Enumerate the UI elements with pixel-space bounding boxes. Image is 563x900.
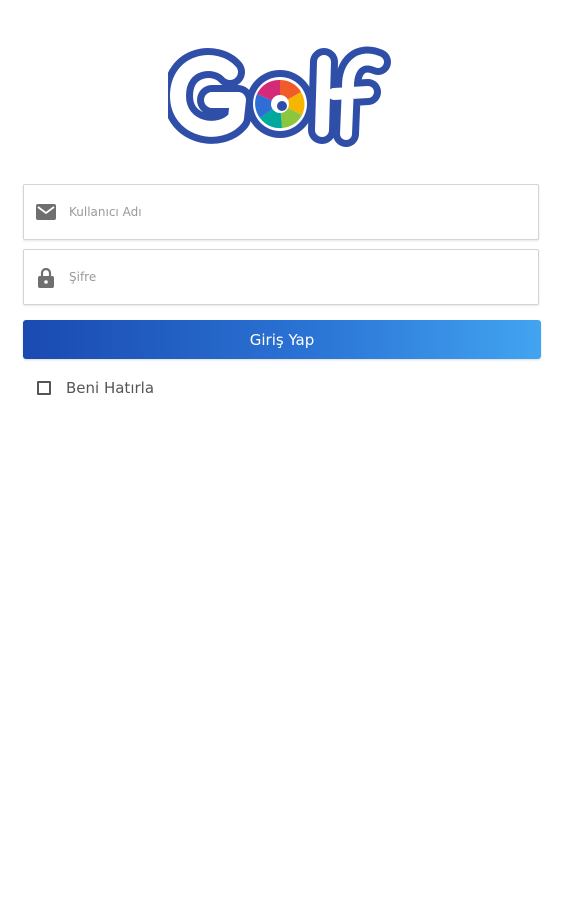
remember-me-label: Beni Hatırla [66,379,155,397]
username-field[interactable] [23,184,539,240]
login-button[interactable]: Giriş Yap [23,320,541,359]
remember-me-toggle[interactable]: Beni Hatırla [37,379,154,397]
username-input[interactable] [69,185,538,239]
password-field[interactable] [23,249,539,305]
mail-icon [35,201,57,223]
lock-icon [35,266,57,288]
golf-logo [163,42,398,150]
password-input[interactable] [69,250,538,304]
remember-me-checkbox[interactable] [37,381,51,395]
golf-logo-graphic [163,46,391,147]
